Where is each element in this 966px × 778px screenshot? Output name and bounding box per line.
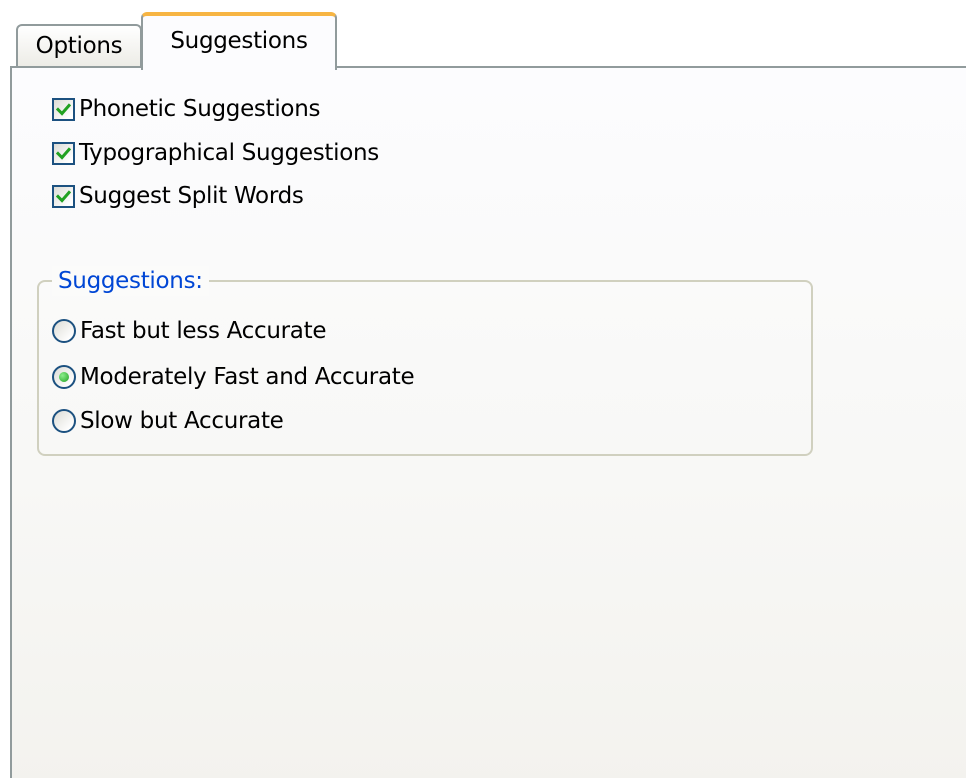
tab-suggestions-label: Suggestions (170, 28, 308, 54)
typographical-suggestions-label: Typographical Suggestions (79, 140, 379, 166)
phonetic-suggestions-label: Phonetic Suggestions (79, 96, 321, 122)
checkbox-box[interactable] (52, 184, 75, 208)
spelling-options-dialog: Options Suggestions Phonetic Suggestions… (0, 0, 966, 778)
slow-accurate-label: Slow but Accurate (80, 408, 284, 434)
check-mark-icon (56, 102, 71, 116)
suggestions-group-title: Suggestions: (52, 266, 209, 296)
fast-less-accurate-radio[interactable]: Fast but less Accurate (52, 316, 326, 346)
phonetic-suggestions-checkbox[interactable]: Phonetic Suggestions (52, 94, 320, 124)
suggest-split-words-label: Suggest Split Words (79, 183, 304, 209)
tab-options-label: Options (35, 33, 123, 59)
tab-options[interactable]: Options (16, 24, 142, 68)
radio-button[interactable] (52, 409, 76, 433)
checkbox-box[interactable] (52, 97, 75, 121)
checkbox-box[interactable] (52, 141, 75, 165)
slow-accurate-radio[interactable]: Slow but Accurate (52, 406, 284, 436)
moderately-fast-accurate-radio[interactable]: Moderately Fast and Accurate (52, 362, 415, 392)
tab-suggestions[interactable]: Suggestions (141, 12, 337, 70)
moderately-fast-accurate-label: Moderately Fast and Accurate (80, 364, 415, 390)
check-mark-icon (56, 189, 71, 203)
radio-selected-dot (59, 372, 69, 382)
radio-button[interactable] (52, 365, 76, 389)
radio-button[interactable] (52, 319, 76, 343)
fast-less-accurate-label: Fast but less Accurate (80, 318, 327, 344)
suggest-split-words-checkbox[interactable]: Suggest Split Words (52, 181, 304, 211)
typographical-suggestions-checkbox[interactable]: Typographical Suggestions (52, 138, 379, 168)
check-mark-icon (56, 146, 71, 160)
